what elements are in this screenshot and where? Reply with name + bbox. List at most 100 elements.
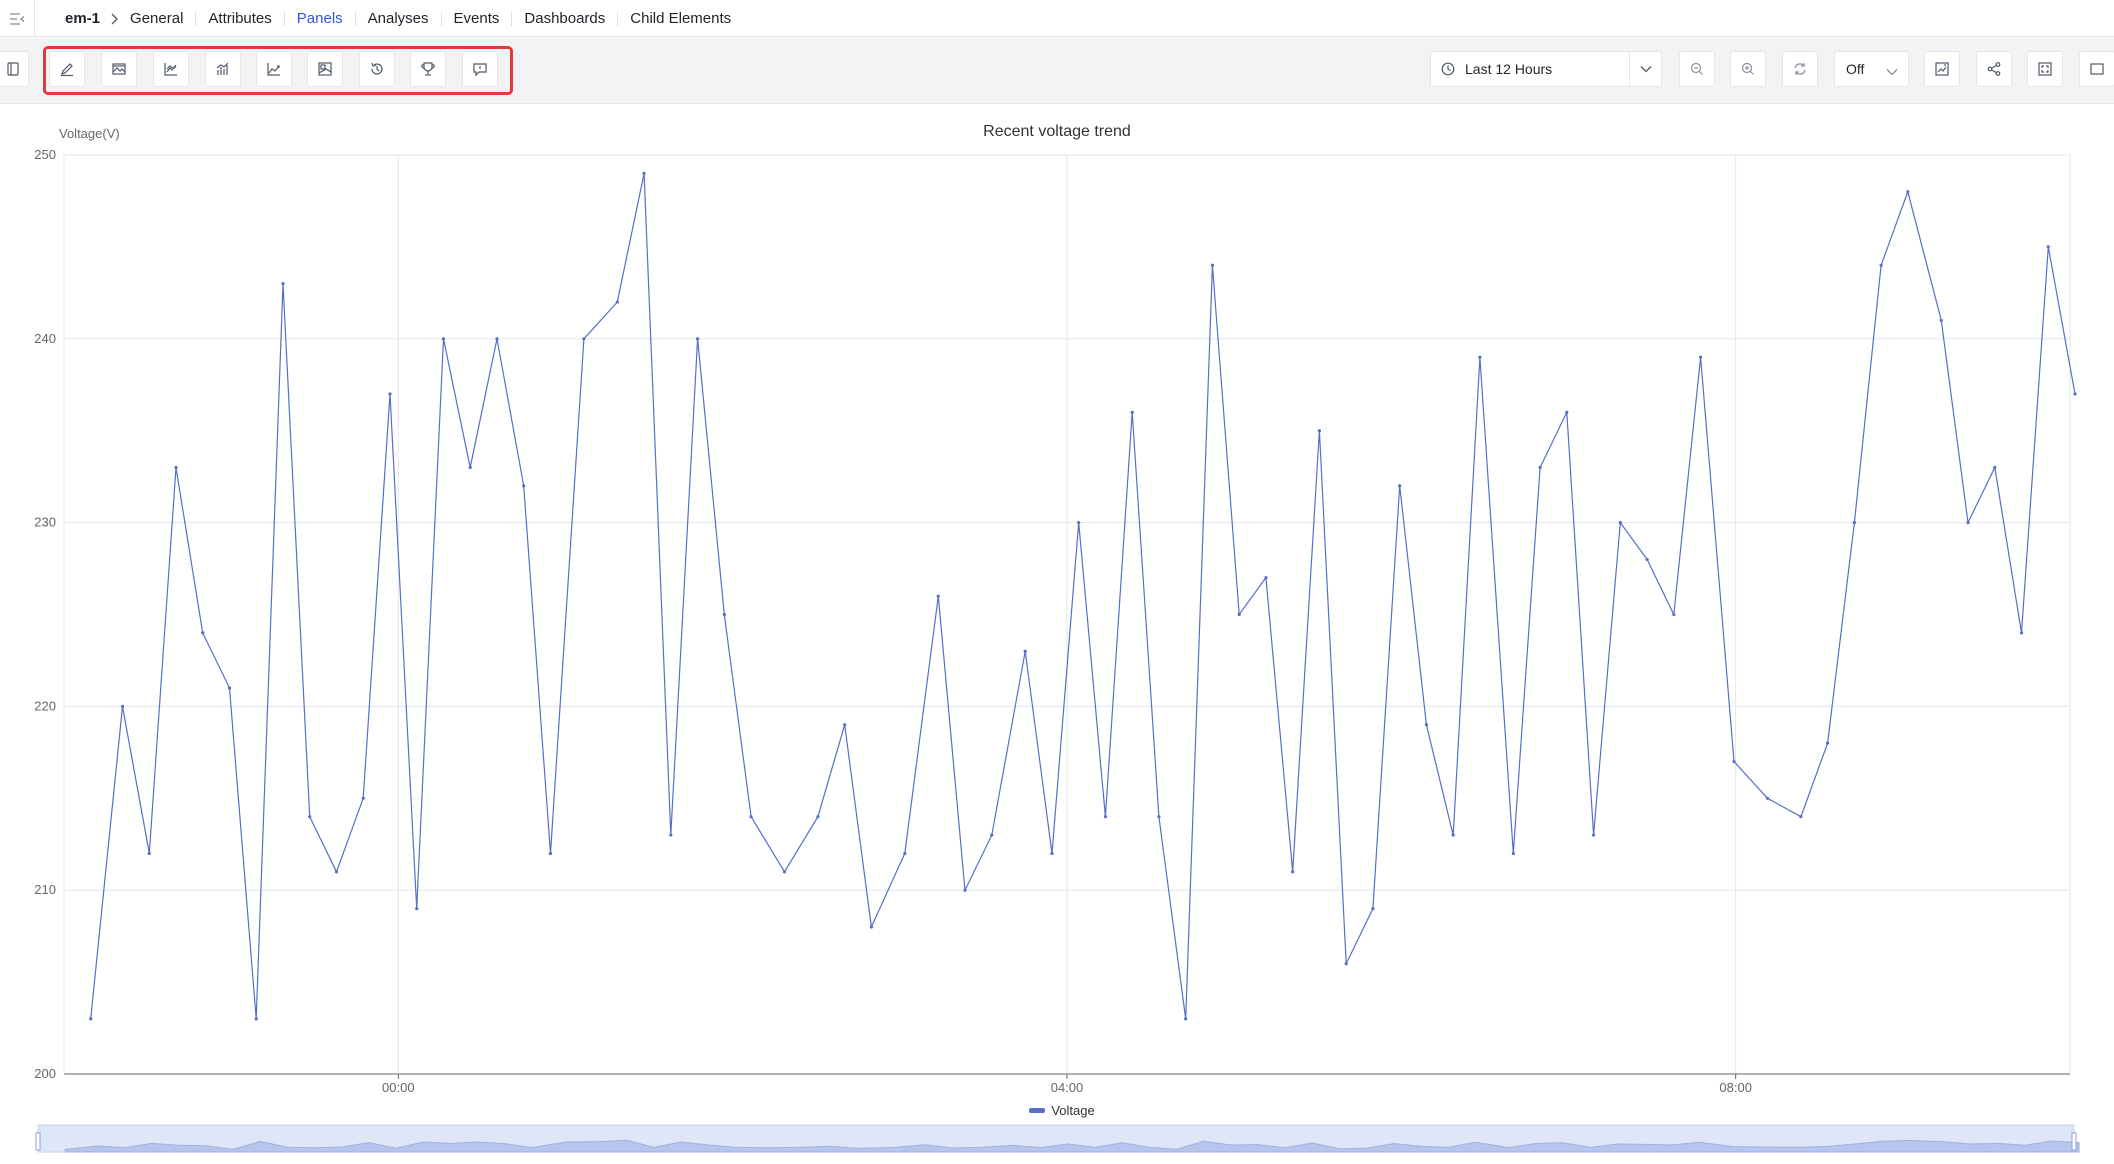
data-point xyxy=(963,888,967,892)
chevron-down-icon xyxy=(1640,66,1651,73)
data-point xyxy=(415,906,419,911)
data-point xyxy=(1879,263,1883,267)
data-point xyxy=(749,815,753,819)
time-range-select[interactable]: Last 12 Hours xyxy=(1430,51,1662,87)
panel-list-button[interactable] xyxy=(0,51,29,87)
comment-button[interactable] xyxy=(462,51,498,87)
chart-legend[interactable]: Voltage xyxy=(0,1103,2114,1118)
x-tick-label: 08:00 xyxy=(1719,1080,1752,1095)
data-point xyxy=(2073,392,2077,396)
series-line-voltage xyxy=(90,173,2076,1019)
data-point xyxy=(722,612,726,617)
auto-refresh-value: Off xyxy=(1846,61,1865,77)
save-image-icon xyxy=(1935,62,1949,76)
tab-events[interactable]: Events xyxy=(440,11,512,26)
panel-list-icon xyxy=(6,62,19,76)
data-point xyxy=(669,833,673,837)
breadcrumb-device[interactable]: em-1 xyxy=(65,10,100,27)
data-zoom-handle-left[interactable] xyxy=(35,1132,41,1151)
data-point xyxy=(615,300,619,304)
zoom-in-icon xyxy=(1741,62,1754,75)
data-point xyxy=(1103,815,1108,819)
x-tick-label: 00:00 xyxy=(382,1080,415,1095)
data-point xyxy=(468,465,472,470)
trophy-icon xyxy=(421,62,435,76)
y-tick-label: 250 xyxy=(34,147,56,162)
time-range-value: Last 12 Hours xyxy=(1465,61,1553,77)
data-point xyxy=(1344,962,1348,966)
history-button[interactable] xyxy=(359,51,395,87)
zoom-in-button[interactable] xyxy=(1730,51,1766,87)
data-point xyxy=(201,631,205,635)
time-range-dropdown-button[interactable] xyxy=(1629,52,1661,86)
clock-icon xyxy=(1431,62,1465,76)
zoom-out-button[interactable] xyxy=(1679,51,1715,87)
data-point xyxy=(1799,815,1803,819)
data-point xyxy=(548,851,553,856)
tab-panels[interactable]: Panels xyxy=(283,11,355,26)
tab-general[interactable]: General xyxy=(128,11,195,26)
collapse-menu-button[interactable] xyxy=(0,0,35,37)
bar-chart-button[interactable] xyxy=(205,51,241,87)
data-point xyxy=(936,594,940,598)
chart-plot-area[interactable]: 200 210 220 230 240 250 00:00 04:00 08:00 xyxy=(0,105,2114,1164)
chevron-right-icon xyxy=(110,13,118,25)
data-point xyxy=(1291,870,1295,874)
image-button[interactable] xyxy=(307,51,343,87)
data-point xyxy=(147,851,151,856)
area-chart-icon xyxy=(267,63,280,76)
auto-refresh-select[interactable]: Off xyxy=(1834,51,1909,87)
data-point xyxy=(642,171,646,175)
bar-chart-icon xyxy=(216,62,229,75)
image-panel-button[interactable] xyxy=(101,51,137,87)
data-point xyxy=(495,337,499,341)
panel-button[interactable] xyxy=(2079,51,2114,87)
fullscreen-button[interactable] xyxy=(2027,51,2063,87)
save-image-button[interactable] xyxy=(1924,51,1960,87)
tab-dashboards[interactable]: Dashboards xyxy=(511,11,617,26)
data-point xyxy=(1645,557,1649,561)
data-point xyxy=(2019,631,2024,635)
data-point xyxy=(1130,410,1134,414)
fullscreen-icon xyxy=(2038,62,2052,76)
data-point xyxy=(1618,521,1622,525)
data-point xyxy=(1852,521,1856,525)
y-tick-label: 210 xyxy=(34,882,56,897)
share-button[interactable] xyxy=(1976,51,2012,87)
area-chart-button[interactable] xyxy=(256,51,292,87)
data-point xyxy=(1966,521,1970,525)
data-point xyxy=(1765,796,1770,800)
data-point xyxy=(1317,429,1322,433)
data-point xyxy=(1591,833,1596,837)
data-point xyxy=(990,833,994,837)
data-point xyxy=(89,1017,93,1021)
data-point xyxy=(1511,851,1515,856)
trophy-button[interactable] xyxy=(410,51,446,87)
data-zoom-handle-right[interactable] xyxy=(2071,1132,2077,1151)
tab-attributes[interactable]: Attributes xyxy=(195,11,283,26)
data-point xyxy=(582,337,586,341)
data-point xyxy=(227,686,232,690)
panel-toolbar: Last 12 Hours Off xyxy=(0,38,2114,104)
data-point xyxy=(281,282,285,286)
data-point xyxy=(1023,649,1027,653)
refresh-button[interactable] xyxy=(1782,51,1818,87)
data-point xyxy=(1157,815,1161,819)
line-chart-button[interactable] xyxy=(153,51,189,87)
tab-child-elements[interactable]: Child Elements xyxy=(617,11,743,26)
data-point xyxy=(254,1017,258,1021)
edit-panel-button[interactable] xyxy=(49,51,85,87)
data-point xyxy=(843,723,847,727)
y-tick-label: 200 xyxy=(34,1066,56,1081)
data-point xyxy=(1371,906,1375,911)
data-point xyxy=(1939,318,1943,323)
legend-label: Voltage xyxy=(1051,1103,1095,1118)
data-point xyxy=(1538,465,1542,470)
data-point xyxy=(1732,759,1736,764)
data-point xyxy=(1451,833,1455,837)
data-point xyxy=(1210,263,1215,267)
tab-analyses[interactable]: Analyses xyxy=(354,11,441,26)
data-point xyxy=(695,337,700,341)
data-point xyxy=(308,815,312,819)
data-point xyxy=(1906,190,1910,194)
